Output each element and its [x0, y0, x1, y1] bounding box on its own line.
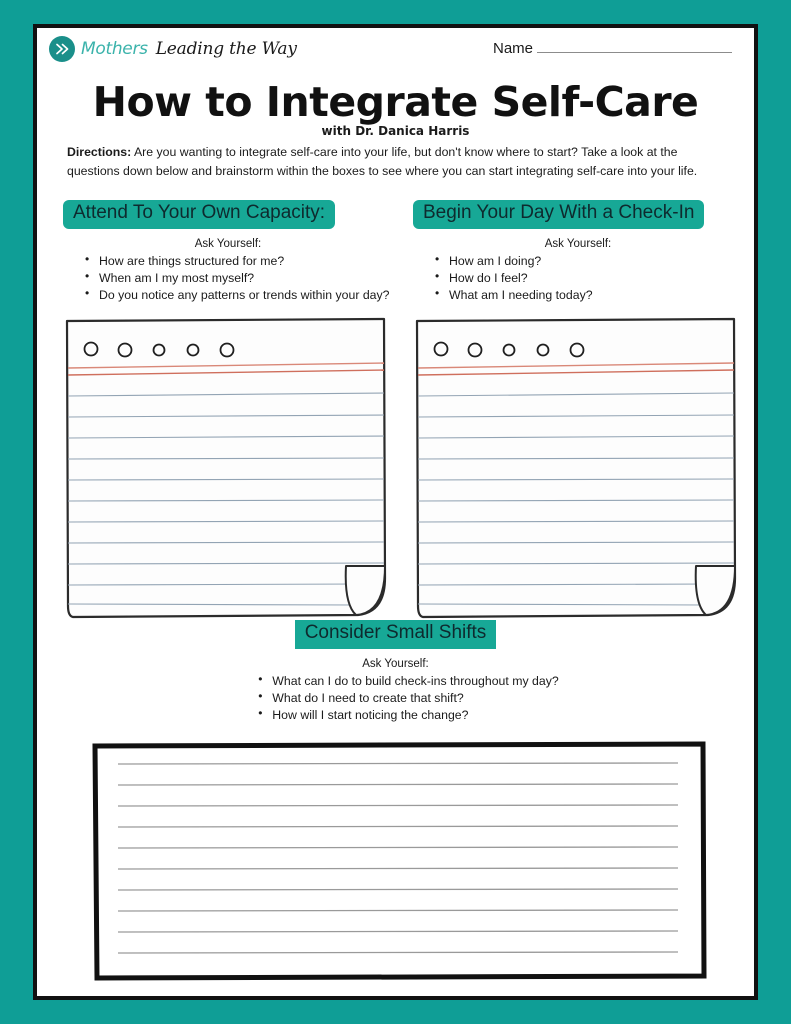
list-item: How will I start noticing the change? — [258, 706, 558, 723]
notepad-capacity[interactable] — [63, 316, 388, 621]
ask-yourself-label-capacity: Ask Yourself: — [194, 237, 262, 250]
answer-box-shifts[interactable] — [90, 740, 708, 982]
worksheet-sheet: Mothers Leading the Way Name How to Inte… — [37, 28, 754, 996]
question-list-capacity: How are things structured for me? When a… — [63, 252, 393, 304]
list-item: What am I needing today? — [435, 286, 743, 303]
section-begin-your-day-with-a-check-in: Begin Your Day With a Check-In Ask Yours… — [413, 200, 743, 304]
page-subtitle: with Dr. Danica Harris — [321, 124, 470, 138]
name-input-rule[interactable] — [537, 51, 732, 53]
list-item: What do I need to create that shift? — [258, 689, 558, 706]
list-item: How do I feel? — [435, 269, 743, 286]
brand-word-mothers: Mothers — [81, 39, 148, 59]
name-label: Name — [492, 40, 533, 57]
ask-yourself-label-shifts: Ask Yourself: — [362, 657, 429, 670]
question-list-shifts: What can I do to build check-ins through… — [232, 672, 558, 725]
double-chevron-right-icon — [49, 36, 75, 62]
question-list-checkin: How am I doing? How do I feel? What am I… — [413, 252, 743, 304]
ask-yourself-label-checkin: Ask Yourself: — [544, 237, 612, 250]
notepad-checkin[interactable] — [413, 316, 738, 621]
brand-word-tagline: Leading the Way — [155, 39, 297, 59]
list-item: When am I my most myself? — [85, 269, 393, 286]
list-item: How are things structured for me? — [85, 252, 393, 269]
section-attend-to-your-own-capacity: Attend To Your Own Capacity: Ask Yoursel… — [63, 200, 393, 304]
brand-logo-row: Mothers Leading the Way — [49, 36, 297, 62]
worksheet-page: Mothers Leading the Way Name How to Inte… — [33, 24, 758, 1000]
page-title: How to Integrate Self-Care — [92, 78, 699, 126]
directions-paragraph: Directions: Are you wanting to integrate… — [67, 143, 732, 181]
section-consider-small-shifts: Consider Small Shifts Ask Yourself: What… — [37, 620, 754, 724]
section-heading-capacity: Attend To Your Own Capacity: — [63, 200, 336, 229]
directions-body: Are you wanting to integrate self-care i… — [67, 145, 698, 179]
list-item: What can I do to build check-ins through… — [258, 672, 558, 689]
section-heading-shifts: Consider Small Shifts — [294, 620, 497, 649]
list-item: How am I doing? — [435, 252, 743, 269]
name-field[interactable]: Name — [493, 40, 732, 57]
directions-label: Directions: — [67, 145, 132, 159]
list-item: Do you notice any patterns or trends wit… — [85, 286, 393, 303]
section-heading-checkin: Begin Your Day With a Check-In — [413, 200, 705, 229]
